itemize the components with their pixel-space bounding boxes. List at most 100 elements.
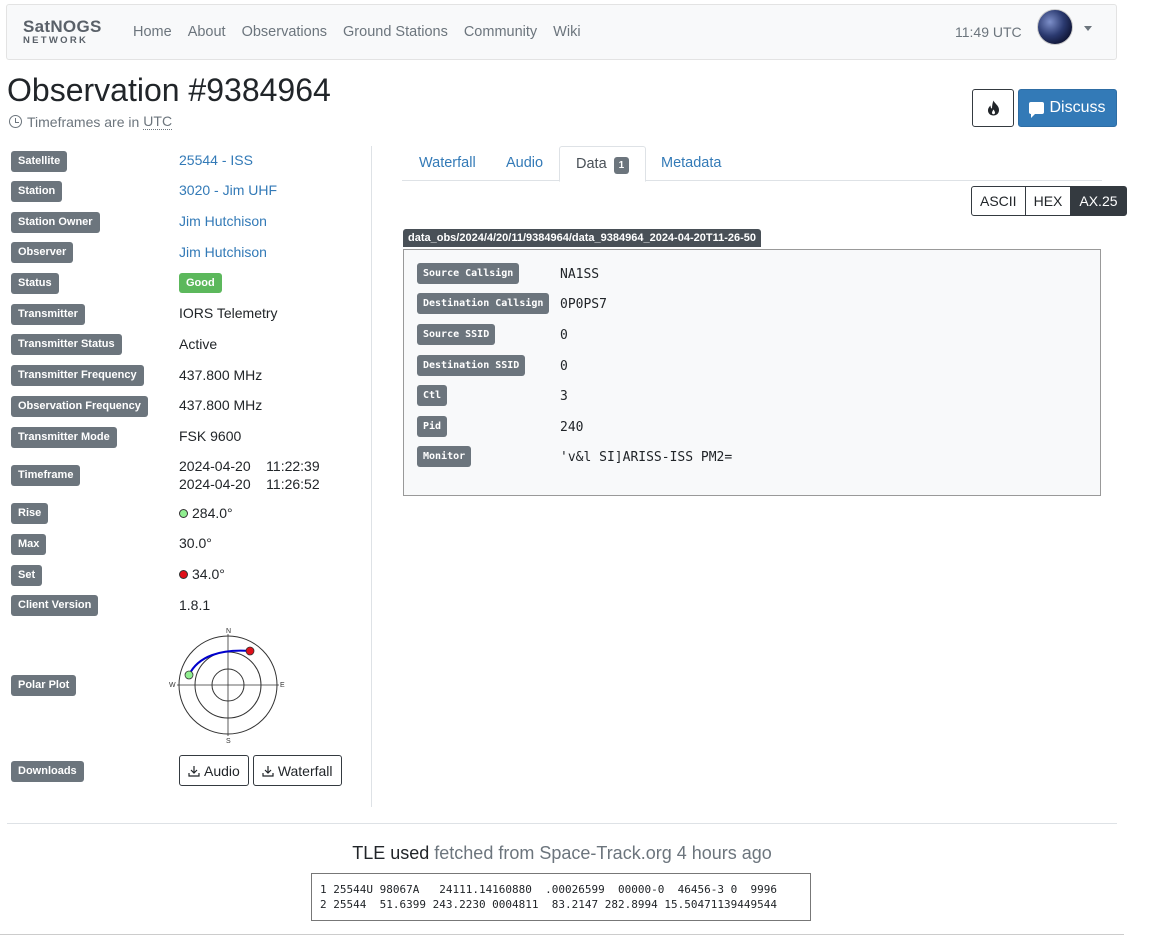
- timezone-value: UTC: [143, 113, 173, 130]
- tab-data-label: Data: [576, 156, 607, 172]
- chevron-down-icon[interactable]: [1084, 26, 1092, 31]
- tab-data-count-badge: 1: [613, 157, 630, 174]
- section-divider: [7, 823, 1117, 824]
- user-avatar[interactable]: [1037, 9, 1073, 45]
- satellite-link[interactable]: 25544 - ISS: [179, 152, 253, 168]
- polar-label-w: W: [169, 682, 176, 689]
- logo-text-bottom: NETWORK: [23, 35, 89, 47]
- frame-field-value: 0: [560, 328, 568, 343]
- frame-field-label: Source SSID: [417, 324, 496, 345]
- satnogs-logo[interactable]: SatNOGS NETWORK: [23, 18, 107, 46]
- tab-audio[interactable]: Audio: [490, 146, 559, 181]
- tab-waterfall[interactable]: Waterfall: [403, 146, 492, 181]
- frame-field-row: Ctl 3: [417, 385, 568, 406]
- frame-field-value: 240: [560, 420, 584, 435]
- info-value: FSK 9600: [179, 428, 242, 444]
- timeframe-start: 2024-04-20 11:22:39: [179, 458, 320, 474]
- info-label: Set: [11, 565, 43, 586]
- info-value: 1.8.1: [179, 597, 211, 613]
- utc-clock: 11:49 UTC: [955, 24, 1022, 40]
- data-file-name: data_obs/2024/4/20/11/9384964/data_93849…: [403, 229, 761, 247]
- info-row-timeframe: Timeframe 2024-04-20 11:22:39 2024-04-20…: [11, 458, 320, 492]
- info-label: Station: [11, 181, 63, 202]
- frame-field-value: 0: [560, 359, 568, 374]
- info-row-set: Set 34.0°: [11, 565, 225, 586]
- decoded-frame-panel: Source Callsign NA1SS Destination Callsi…: [403, 249, 1101, 496]
- info-value: 437.800 MHz: [179, 397, 263, 413]
- info-label: Rise: [11, 503, 49, 524]
- info-row-transmitter-status: Transmitter Status Active: [11, 334, 217, 355]
- tab-data[interactable]: Data 1: [559, 146, 647, 182]
- info-row-rise: Rise 284.0°: [11, 503, 233, 524]
- top-navbar: SatNOGS NETWORK Home About Observations …: [6, 4, 1117, 60]
- tle-box: 1 25544U 98067A 24111.14160880 .00026599…: [311, 873, 811, 921]
- frame-field-row: Monitor 'v&l SI]ARISS-ISS PM2=: [417, 446, 732, 467]
- info-row-max: Max 30.0°: [11, 534, 212, 555]
- polar-plot: N E S W: [169, 628, 285, 745]
- nav-link-about[interactable]: About: [188, 24, 226, 40]
- info-row-status: Status Good: [11, 273, 222, 294]
- nav-link-community[interactable]: Community: [464, 24, 537, 40]
- info-label: Transmitter Mode: [11, 427, 117, 448]
- info-label: Downloads: [11, 761, 84, 782]
- info-row-satellite: Satellite 25544 - ISS: [11, 151, 253, 172]
- discuss-button[interactable]: Discuss: [1018, 89, 1117, 127]
- info-label: Timeframe: [11, 465, 81, 486]
- nav-link-wiki[interactable]: Wiki: [553, 24, 580, 40]
- info-label: Transmitter Frequency: [11, 365, 144, 386]
- tab-metadata[interactable]: Metadata: [645, 146, 737, 181]
- rise-dot-icon: [179, 509, 188, 518]
- observation-tabs: Waterfall Audio Data 1 Metadata: [402, 146, 1102, 182]
- set-dot-icon: [179, 570, 188, 579]
- info-value: IORS Telemetry: [179, 305, 278, 321]
- info-row-transmitter-frequency: Transmitter Frequency 437.800 MHz: [11, 365, 262, 386]
- station-link[interactable]: 3020 - Jim UHF: [179, 182, 277, 198]
- observer-link[interactable]: Jim Hutchison: [179, 244, 267, 260]
- info-label: Satellite: [11, 151, 68, 172]
- polar-label-s: S: [226, 738, 231, 745]
- format-toggle-group: ASCII HEX AX.25: [971, 186, 1127, 216]
- info-value: Active: [179, 336, 218, 352]
- info-row-observer: Observer Jim Hutchison: [11, 242, 267, 263]
- tle-source: fetched from Space-Track.org 4 hours ago: [434, 843, 772, 863]
- tle-line-1: 1 25544U 98067A 24111.14160880 .00026599…: [320, 883, 777, 896]
- tle-line-2: 2 25544 51.6399 243.2230 0004811 83.2147…: [320, 898, 777, 911]
- page-title: Observation #9384964: [7, 72, 331, 108]
- set-value: 34.0°: [192, 566, 225, 582]
- info-label: Max: [11, 534, 47, 555]
- timeframe-end: 2024-04-20 11:26:52: [179, 476, 320, 492]
- info-row-transmitter: Transmitter IORS Telemetry: [11, 304, 278, 325]
- tle-title: TLE used: [352, 843, 430, 863]
- info-row-station: Station 3020 - Jim UHF: [11, 181, 277, 202]
- comment-icon: [1029, 102, 1045, 118]
- page-bottom-rule: [0, 934, 1124, 935]
- info-row-transmitter-mode: Transmitter Mode FSK 9600: [11, 427, 241, 448]
- download-waterfall-label: Waterfall: [277, 762, 333, 779]
- frame-field-row: Source Callsign NA1SS: [417, 263, 599, 284]
- frame-field-label: Pid: [417, 416, 448, 437]
- fire-icon: [987, 100, 999, 116]
- info-label: Station Owner: [11, 212, 100, 233]
- frame-field-row: Destination SSID 0: [417, 355, 568, 376]
- download-audio-label: Audio: [204, 762, 240, 779]
- info-label: Observer: [11, 242, 74, 263]
- station-owner-link[interactable]: Jim Hutchison: [179, 213, 267, 229]
- nav-link-home[interactable]: Home: [133, 24, 172, 40]
- frame-field-label: Monitor: [417, 446, 472, 467]
- nav-link-observations[interactable]: Observations: [242, 24, 327, 40]
- format-hex-button[interactable]: HEX: [1024, 186, 1072, 216]
- download-waterfall-button[interactable]: Waterfall: [252, 755, 342, 786]
- info-value: 437.800 MHz: [179, 367, 263, 383]
- logo-text-top: SatNOGS: [23, 17, 102, 37]
- nav-links: Home About Observations Ground Stations …: [133, 24, 597, 40]
- download-audio-button[interactable]: Audio: [179, 755, 249, 786]
- frame-field-label: Ctl: [417, 385, 448, 406]
- format-ascii-button[interactable]: ASCII: [971, 186, 1026, 216]
- polar-label-n: N: [226, 628, 231, 635]
- frame-field-label: Destination Callsign: [417, 293, 550, 314]
- fire-button[interactable]: [972, 89, 1014, 127]
- clock-icon: [9, 115, 22, 128]
- info-label: Client Version: [11, 595, 99, 616]
- format-ax25-button[interactable]: AX.25: [1070, 186, 1127, 216]
- nav-link-ground-stations[interactable]: Ground Stations: [343, 24, 448, 40]
